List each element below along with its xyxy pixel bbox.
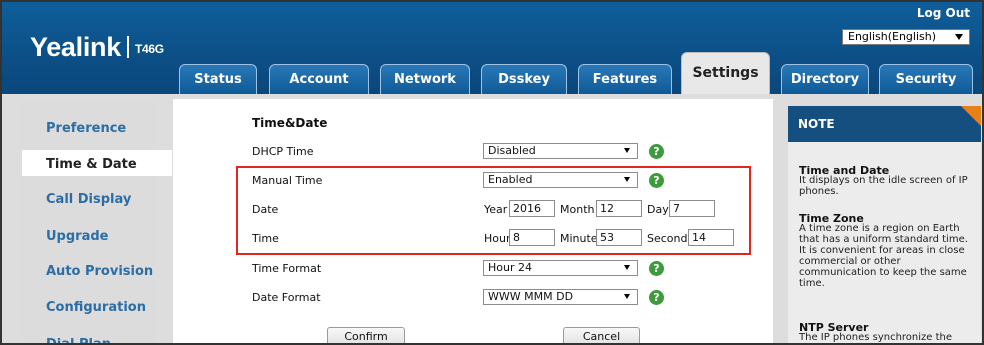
sidebar-item-time-date[interactable]: Time & Date [46, 157, 137, 172]
confirm-button[interactable]: Confirm [327, 327, 405, 343]
time-format-label: Time Format [252, 262, 322, 275]
sidebar-item-configuration[interactable]: Configuration [46, 300, 146, 315]
help-icon[interactable]: ? [649, 144, 664, 159]
year-label: Year [484, 203, 508, 216]
second-label: Second [647, 232, 688, 245]
help-icon[interactable]: ? [649, 173, 664, 188]
cancel-button[interactable]: Cancel [563, 327, 640, 343]
tab-settings[interactable]: Settings [681, 52, 770, 96]
brand-logo: Yealink T46G [30, 32, 164, 63]
settings-panel [173, 99, 773, 343]
help-icon[interactable]: ? [649, 261, 664, 276]
note-text-time-zone: A time zone is a region on Earth that ha… [799, 223, 968, 289]
dhcp-time-select[interactable]: Disabled [483, 143, 638, 159]
hour-label: Hour [484, 232, 511, 245]
dhcp-time-value: Disabled [488, 144, 536, 157]
time-format-value: Hour 24 [488, 261, 532, 274]
logout-link[interactable]: Log Out [917, 6, 970, 20]
minute-input[interactable]: 53 [596, 229, 642, 246]
tab-features[interactable]: Features [578, 64, 672, 94]
sidebar-item-preference[interactable]: Preference [46, 121, 126, 136]
second-input[interactable]: 14 [688, 229, 734, 246]
tab-network[interactable]: Network [380, 64, 470, 94]
date-label: Date [252, 203, 279, 216]
tab-dsskey[interactable]: Dsskey [481, 64, 567, 94]
hour-input[interactable]: 8 [509, 229, 555, 246]
section-title: Time&Date [252, 116, 328, 130]
logo-text: Yealink [30, 32, 121, 62]
time-label: Time [252, 232, 279, 245]
day-label: Day [647, 203, 669, 216]
manual-time-label: Manual Time [252, 174, 323, 187]
help-icon[interactable]: ? [649, 290, 664, 305]
tab-status[interactable]: Status [179, 64, 257, 94]
dropdown-arrow-icon [624, 294, 630, 299]
dhcp-time-label: DHCP Time [252, 145, 314, 158]
sidebar-item-dial-plan[interactable]: Dial Plan [46, 337, 111, 343]
language-value: English(English) [848, 30, 937, 43]
logo-divider [126, 36, 129, 58]
sidebar-item-auto-provision[interactable]: Auto Provision [46, 264, 153, 279]
time-format-select[interactable]: Hour 24 [483, 260, 638, 276]
dropdown-arrow-icon [624, 177, 630, 182]
language-select[interactable]: English(English) [842, 29, 970, 45]
tab-security[interactable]: Security [879, 64, 973, 94]
day-input[interactable]: 7 [669, 200, 715, 217]
note-header: NOTE [788, 106, 981, 142]
month-label: Month [560, 203, 595, 216]
month-input[interactable]: 12 [596, 200, 642, 217]
year-input[interactable]: 2016 [509, 200, 555, 217]
date-format-label: Date Format [252, 291, 321, 304]
minute-label: Minute [560, 232, 598, 245]
tab-directory[interactable]: Directory [781, 64, 869, 94]
dropdown-arrow-icon [624, 265, 630, 270]
dropdown-arrow-icon [624, 148, 630, 153]
note-text-ntp-server: The IP phones synchronize the [799, 332, 953, 343]
date-format-value: WWW MMM DD [488, 290, 574, 303]
note-text-time-date: It displays on the idle screen of IP pho… [799, 175, 968, 197]
note-corner-accent [961, 106, 981, 126]
tab-account[interactable]: Account [269, 64, 369, 94]
sidebar-item-call-display[interactable]: Call Display [46, 192, 131, 207]
sidebar-item-upgrade[interactable]: Upgrade [46, 229, 108, 244]
header-bar: Yealink T46G Log Out English(English) Sta… [2, 2, 982, 96]
manual-time-select[interactable]: Enabled [483, 172, 638, 188]
model-label: T46G [134, 42, 164, 56]
date-format-select[interactable]: WWW MMM DD [483, 289, 638, 305]
manual-time-value: Enabled [488, 173, 533, 186]
dropdown-arrow-icon [955, 34, 963, 40]
app-frame: Yealink T46G Log Out English(English) Sta… [0, 0, 984, 345]
